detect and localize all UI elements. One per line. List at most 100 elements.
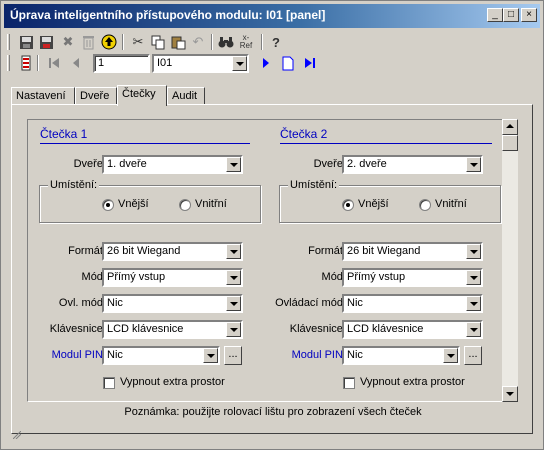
references-icon[interactable]: x- Ref (237, 33, 255, 51)
tab-dvere[interactable]: Dveře (75, 87, 117, 105)
tab-ctecky[interactable]: Čtečky (117, 85, 167, 106)
save-icon[interactable] (17, 33, 35, 51)
toolbar-grip[interactable] (7, 55, 10, 71)
last-record-icon[interactable] (301, 54, 319, 72)
chevron-down-icon[interactable] (466, 296, 481, 311)
toolbar-separator (37, 55, 39, 71)
reader-2-control-mode-select[interactable]: Nic (342, 294, 483, 313)
reader-2-location-inner-radio[interactable] (419, 199, 431, 211)
reader-2-mode-label: Mód: (321, 271, 346, 283)
chevron-down-icon[interactable] (466, 244, 481, 259)
chevron-down-icon[interactable] (232, 56, 247, 71)
first-record-icon[interactable] (45, 54, 63, 72)
chevron-down-icon[interactable] (466, 322, 481, 337)
upload-icon[interactable] (100, 33, 118, 51)
reader-1-keypad-select[interactable]: LCD klávesnice (102, 320, 243, 339)
reader-2-control-mode-label: Ovládací mód: (275, 297, 346, 309)
toolbar-separator (211, 34, 213, 50)
next-record-icon[interactable] (257, 54, 275, 72)
chevron-down-icon[interactable] (203, 348, 218, 363)
record-select-value: I01 (157, 57, 173, 69)
help-icon[interactable]: ? (267, 33, 285, 51)
record-list-icon[interactable] (17, 54, 35, 72)
close-button[interactable]: × (521, 8, 537, 22)
chevron-down-icon[interactable] (226, 296, 241, 311)
reader-2-format-label: Formát: (308, 245, 346, 257)
reader-1-mode-label: Mód: (81, 271, 106, 283)
toolbar-separator (122, 34, 124, 50)
reader-2-pin-module-label[interactable]: Modul PIN: (268, 349, 346, 361)
maximize-button[interactable]: □ (503, 8, 519, 22)
save-close-icon[interactable] (37, 33, 55, 51)
reader-2-door-label: Dveře: (313, 158, 346, 170)
reader-2-location-outer-radio[interactable] (342, 199, 354, 211)
reader-2-keypad-select[interactable]: LCD klávesnice (342, 320, 483, 339)
reader-1-pin-module-label[interactable]: Modul PIN: (38, 349, 106, 361)
chevron-down-icon[interactable] (226, 244, 241, 259)
reader-1-format-select[interactable]: 26 bit Wiegand (102, 242, 243, 261)
copy-icon[interactable] (149, 33, 167, 51)
scroll-hint-note: Poznámka: použijte rolovací lištu pro zo… (124, 406, 422, 418)
reader-2-location-inner-label: Vnitřní (435, 198, 467, 210)
title-bar[interactable]: Úprava inteligentního přístupového modul… (4, 4, 540, 28)
reader-1-location-inner-label: Vnitřní (195, 198, 227, 210)
chevron-down-icon[interactable] (226, 270, 241, 285)
resize-grip-icon[interactable] (13, 431, 21, 439)
reader-2-extra-space-label: Vypnout extra prostor (360, 376, 465, 388)
reader-2-format-value: 26 bit Wiegand (347, 245, 421, 257)
chevron-down-icon[interactable] (226, 322, 241, 337)
record-select[interactable]: I01 (152, 54, 249, 73)
reader-2-title: Čtečka 2 (280, 127, 328, 141)
reader-2-door-select[interactable]: 2. dveře (342, 155, 483, 174)
reader-1-door-select[interactable]: 1. dveře (102, 155, 243, 174)
chevron-down-icon[interactable] (466, 270, 481, 285)
reader-2-location-label: Umístění: (288, 179, 340, 191)
reader-1-door-value: 1. dveře (107, 158, 147, 170)
reader-1-mode-select[interactable]: Přímý vstup (102, 268, 243, 287)
record-number-input[interactable]: 1 (93, 54, 150, 73)
tab-audit[interactable]: Audit (167, 87, 205, 105)
reader-2-pin-module-browse-button[interactable]: ... (464, 346, 482, 365)
cut-icon[interactable]: ✂ (129, 33, 147, 51)
reader-2-pin-module-value: Nic (347, 349, 363, 361)
reader-2-mode-select[interactable]: Přímý vstup (342, 268, 483, 287)
reader-1-pin-module-browse-button[interactable]: ... (224, 346, 242, 365)
readers-vertical-scrollbar[interactable] (502, 119, 518, 402)
tab-nastaveni[interactable]: Nastavení (11, 87, 75, 105)
reader-1-mode-value: Přímý vstup (107, 271, 166, 283)
chevron-down-icon[interactable] (226, 157, 241, 172)
scroll-up-button[interactable] (502, 119, 518, 135)
previous-record-icon[interactable] (67, 54, 85, 72)
new-record-icon[interactable] (279, 54, 297, 72)
reader-1-pin-module-select[interactable]: Nic (102, 346, 220, 365)
scroll-thumb[interactable] (502, 135, 518, 151)
undo-icon[interactable]: ↶ (189, 33, 207, 51)
reader-2-location-outer-label: Vnější (358, 198, 389, 210)
find-icon[interactable] (217, 33, 235, 51)
chevron-down-icon[interactable] (443, 348, 458, 363)
reader-1-extra-space-label: Vypnout extra prostor (120, 376, 225, 388)
paste-icon[interactable] (169, 33, 187, 51)
reader-1-pin-module-value: Nic (107, 349, 123, 361)
reader-2-pin-module-select[interactable]: Nic (342, 346, 460, 365)
cancel-icon[interactable]: ✖ (59, 33, 77, 51)
minimize-button[interactable]: _ (487, 8, 503, 22)
delete-icon[interactable] (79, 33, 97, 51)
chevron-down-icon[interactable] (466, 157, 481, 172)
reader-1-keypad-label: Klávesnice: (49, 323, 106, 335)
reader-1-format-value: 26 bit Wiegand (107, 245, 181, 257)
window: Úprava inteligentního přístupového modul… (0, 0, 544, 450)
reader-1-location-outer-radio[interactable] (102, 199, 114, 211)
reader-1-location-inner-radio[interactable] (179, 199, 191, 211)
reader-1-location-outer-label: Vnější (118, 198, 149, 210)
reader-2-mode-value: Přímý vstup (347, 271, 406, 283)
reader-1-control-mode-select[interactable]: Nic (102, 294, 243, 313)
scroll-down-button[interactable] (502, 386, 518, 402)
reader-2-extra-space-checkbox[interactable] (343, 377, 355, 389)
toolbar-separator (261, 34, 263, 50)
window-title: Úprava inteligentního přístupového modul… (10, 8, 326, 22)
tab-panel-ctecky: Čtečka 1 Dveře: 1. dveře Umístění: Vnějš… (11, 104, 533, 434)
toolbar-grip[interactable] (7, 34, 10, 50)
reader-2-format-select[interactable]: 26 bit Wiegand (342, 242, 483, 261)
reader-1-extra-space-checkbox[interactable] (103, 377, 115, 389)
